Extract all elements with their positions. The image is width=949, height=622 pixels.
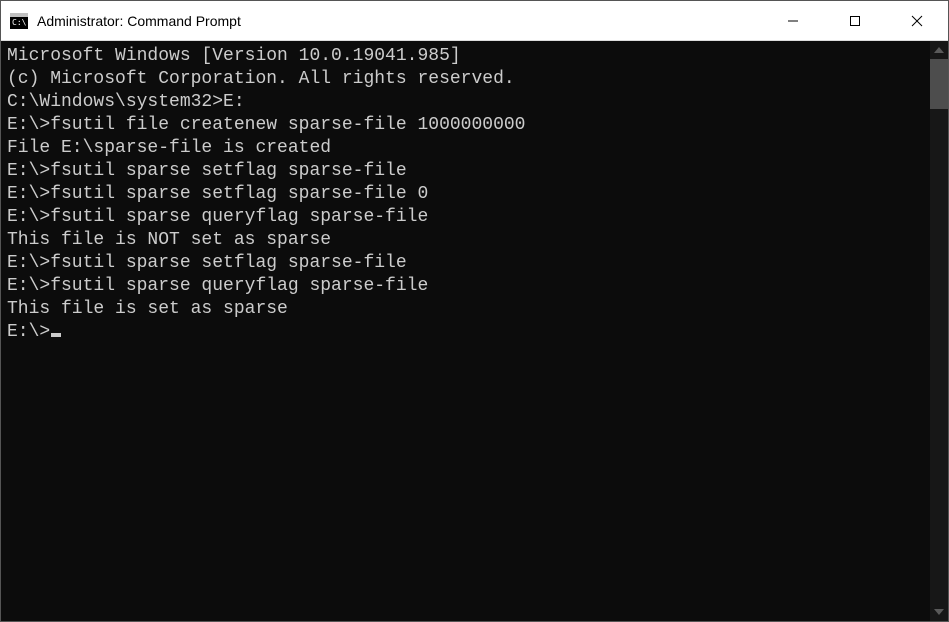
console-area: Microsoft Windows [Version 10.0.19041.98… <box>1 41 948 621</box>
cursor <box>51 333 61 337</box>
scroll-up-arrow[interactable] <box>930 41 948 59</box>
close-button[interactable] <box>886 1 948 40</box>
console-line: File E:\sparse-file is created <box>7 137 924 160</box>
console-line: E:\>fsutil sparse setflag sparse-file <box>7 160 924 183</box>
svg-text:C:\: C:\ <box>12 18 27 27</box>
minimize-button[interactable] <box>762 1 824 40</box>
console-line: E:\>fsutil sparse setflag sparse-file <box>7 252 924 275</box>
console-line: E:\>fsutil sparse queryflag sparse-file <box>7 206 924 229</box>
scroll-down-arrow[interactable] <box>930 603 948 621</box>
console-line: (c) Microsoft Corporation. All rights re… <box>7 68 924 91</box>
maximize-button[interactable] <box>824 1 886 40</box>
console-line: E:\>fsutil file createnew sparse-file 10… <box>7 114 924 137</box>
window-title: Administrator: Command Prompt <box>37 13 762 29</box>
cmd-icon: C:\ <box>9 12 29 30</box>
console-line: This file is NOT set as sparse <box>7 229 924 252</box>
console-line: E:\>fsutil sparse queryflag sparse-file <box>7 275 924 298</box>
console-line: This file is set as sparse <box>7 298 924 321</box>
console-line: C:\Windows\system32>E: <box>7 91 924 114</box>
window-titlebar: C:\ Administrator: Command Prompt <box>1 1 948 41</box>
console-line: E:\>fsutil sparse setflag sparse-file 0 <box>7 183 924 206</box>
scroll-thumb[interactable] <box>930 59 948 109</box>
vertical-scrollbar[interactable] <box>930 41 948 621</box>
console-line: Microsoft Windows [Version 10.0.19041.98… <box>7 45 924 68</box>
terminal-output[interactable]: Microsoft Windows [Version 10.0.19041.98… <box>1 41 930 621</box>
console-line: E:\> <box>7 321 924 344</box>
window-controls <box>762 1 948 40</box>
